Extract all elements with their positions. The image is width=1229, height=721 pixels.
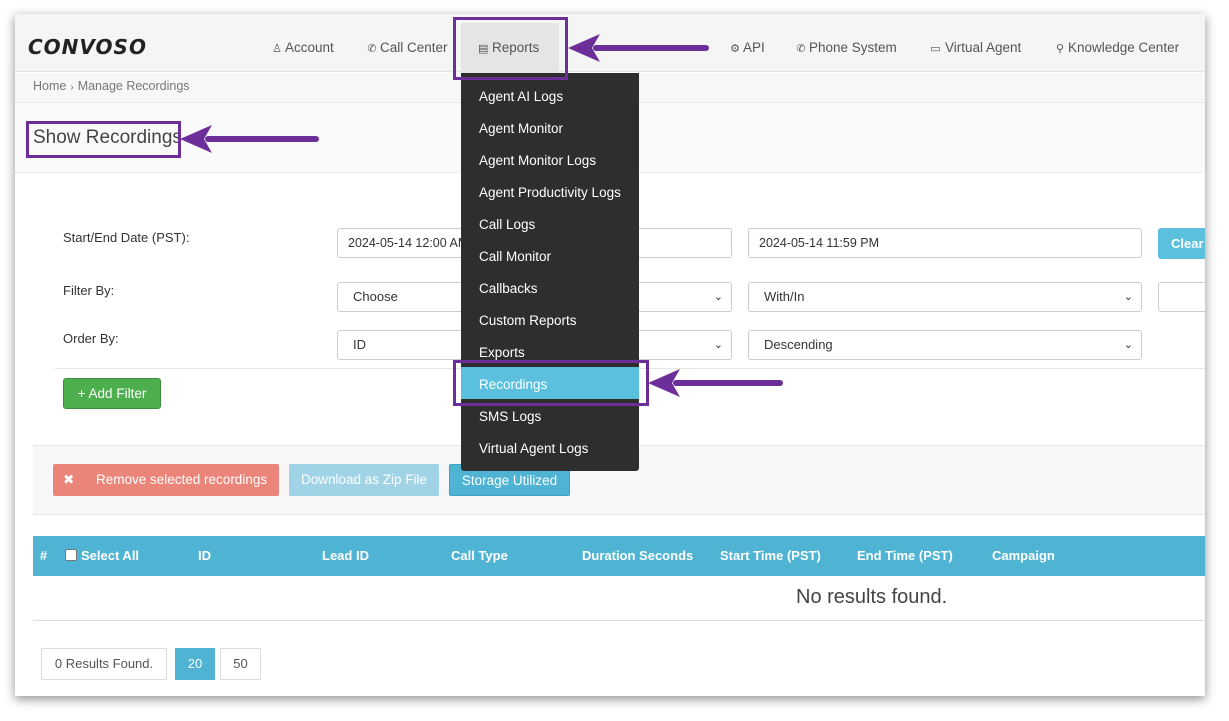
menu-item-agent-monitor[interactable]: Agent Monitor bbox=[479, 121, 563, 136]
remove-recordings-label: Remove selected recordings bbox=[96, 472, 268, 487]
table-header: # Select All ID Lead ID Call Type Durati… bbox=[33, 536, 1205, 576]
filter-field-value: Choose bbox=[353, 289, 398, 304]
nav-virtual-agent[interactable]: ▭ Virtual Agent bbox=[928, 14, 1021, 72]
chevron-down-icon: ⌄ bbox=[713, 339, 723, 351]
recordings-annotation-box bbox=[453, 360, 649, 406]
nav-phone-system[interactable]: ✆ Phone System bbox=[795, 14, 897, 72]
col-duration[interactable]: Duration Seconds bbox=[582, 536, 693, 576]
page-size-50[interactable]: 50 bbox=[220, 648, 261, 680]
select-all-label: Select All bbox=[81, 548, 140, 563]
chevron-down-icon: ⌄ bbox=[1123, 291, 1133, 303]
page-size-20[interactable]: 20 bbox=[175, 648, 215, 680]
filter-by-label: Filter By: bbox=[63, 283, 115, 298]
convoso-logo[interactable]: CONVOSO bbox=[28, 35, 147, 59]
menu-item-virtual-agent-logs[interactable]: Virtual Agent Logs bbox=[479, 441, 588, 456]
menu-item-agent-productivity-logs[interactable]: Agent Productivity Logs bbox=[479, 185, 621, 200]
breadcrumb-home[interactable]: Home bbox=[33, 79, 66, 93]
menu-item-sms-logs[interactable]: SMS Logs bbox=[479, 409, 541, 424]
nav-knowledge-center-label: Knowledge Center bbox=[1068, 40, 1180, 55]
nav-api[interactable]: ⚙ API bbox=[729, 14, 765, 72]
chevron-down-icon: ⌄ bbox=[713, 291, 723, 303]
nav-api-label: API bbox=[743, 40, 765, 55]
close-icon: ✖ bbox=[63, 472, 75, 487]
chevron-down-icon: ⌄ bbox=[1123, 339, 1133, 351]
nav-virtual-agent-label: Virtual Agent bbox=[945, 40, 1022, 55]
nav-account-label: Account bbox=[285, 40, 334, 55]
col-campaign[interactable]: Campaign bbox=[992, 536, 1055, 576]
menu-item-exports[interactable]: Exports bbox=[479, 345, 525, 360]
remove-recordings-button[interactable]: ✖ Remove selected recordings bbox=[53, 464, 279, 496]
nav-call-center[interactable]: ✆ Call Center bbox=[366, 14, 448, 72]
recordings-arrow bbox=[648, 369, 783, 397]
clear-button[interactable]: Clear bbox=[1158, 228, 1205, 259]
filter-operator-select[interactable]: With/In ⌄ bbox=[748, 282, 1142, 312]
menu-item-callbacks[interactable]: Callbacks bbox=[479, 281, 538, 296]
nav-account[interactable]: ♙ Account bbox=[271, 14, 334, 72]
table-bottom-border bbox=[33, 620, 1205, 621]
menu-item-call-logs[interactable]: Call Logs bbox=[479, 217, 535, 232]
app-window: CONVOSO ♙ Account ✆ Call Center ⚙ API ✆ Phon… bbox=[15, 14, 1205, 696]
title-arrow bbox=[180, 125, 319, 153]
end-date-input[interactable]: 2024-05-14 11:59 PM bbox=[748, 228, 1142, 258]
reports-annotation-box bbox=[453, 17, 568, 80]
nav-call-center-label: Call Center bbox=[380, 40, 448, 55]
menu-item-agent-ai-logs[interactable]: Agent AI Logs bbox=[479, 89, 563, 104]
date-range-label: Start/End Date (PST): bbox=[63, 230, 190, 245]
order-by-label: Order By: bbox=[63, 331, 119, 346]
select-all-checkbox[interactable] bbox=[65, 549, 77, 561]
order-direction-select[interactable]: Descending ⌄ bbox=[748, 330, 1142, 360]
chevron-right-icon: › bbox=[70, 82, 74, 93]
col-end-time[interactable]: End Time (PST) bbox=[857, 536, 953, 576]
menu-item-agent-monitor-logs[interactable]: Agent Monitor Logs bbox=[479, 153, 596, 168]
reports-arrow bbox=[568, 34, 709, 62]
add-filter-button[interactable]: + Add Filter bbox=[63, 378, 161, 409]
filter-value-input[interactable] bbox=[1158, 282, 1205, 312]
results-count: 0 Results Found. bbox=[41, 648, 167, 680]
menu-item-call-monitor[interactable]: Call Monitor bbox=[479, 249, 551, 264]
filter-operator-value: With/In bbox=[764, 289, 805, 304]
title-annotation-box bbox=[26, 121, 181, 158]
nav-phone-system-label: Phone System bbox=[809, 40, 897, 55]
col-id[interactable]: ID bbox=[198, 536, 211, 576]
menu-item-custom-reports[interactable]: Custom Reports bbox=[479, 313, 577, 328]
order-field-value: ID bbox=[353, 337, 366, 352]
col-call-type[interactable]: Call Type bbox=[451, 536, 508, 576]
empty-results-message: No results found. bbox=[796, 586, 948, 608]
col-select-all[interactable]: Select All bbox=[65, 536, 139, 576]
col-lead-id[interactable]: Lead ID bbox=[322, 536, 369, 576]
download-zip-button[interactable]: Download as Zip File bbox=[289, 464, 439, 496]
breadcrumb-current: Manage Recordings bbox=[77, 79, 190, 93]
order-direction-value: Descending bbox=[764, 337, 833, 352]
col-number: # bbox=[40, 548, 48, 563]
col-start-time[interactable]: Start Time (PST) bbox=[720, 536, 821, 576]
reports-dropdown-menu: Agent AI Logs Agent Monitor Agent Monito… bbox=[461, 73, 639, 471]
nav-knowledge-center[interactable]: ⚲ Knowledge Center bbox=[1054, 14, 1179, 72]
